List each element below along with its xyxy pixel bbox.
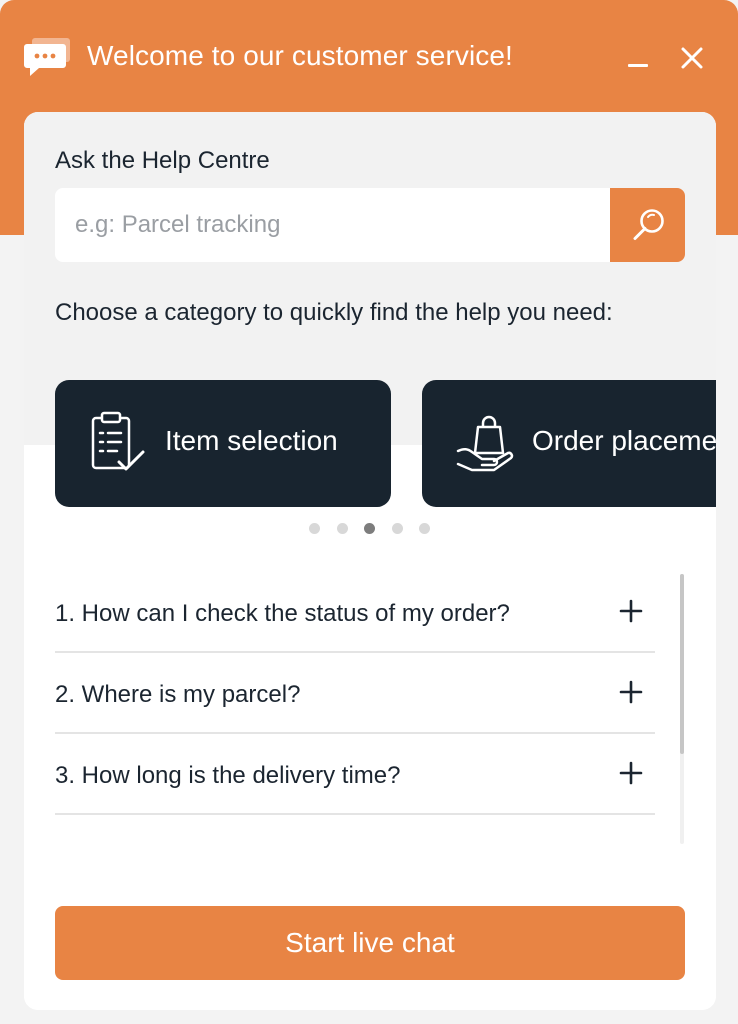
category-carousel: Item selection Order placement xyxy=(55,380,716,508)
carousel-dot[interactable] xyxy=(419,523,430,534)
widget-title: Welcome to our customer service! xyxy=(87,40,513,71)
category-card-label: Order placement xyxy=(532,425,716,456)
carousel-dot[interactable] xyxy=(392,523,403,534)
panel-footer: Start live chat xyxy=(24,874,716,1010)
faq-question: 1. How can I check the status of my orde… xyxy=(55,600,510,627)
search-label: Ask the Help Centre xyxy=(55,147,270,174)
faq-item[interactable]: 3. How long is the delivery time? xyxy=(55,734,655,815)
category-intro-text: Choose a category to quickly find the he… xyxy=(55,299,613,326)
carousel-dot-active[interactable] xyxy=(364,523,375,534)
widget-header: Welcome to our customer service! xyxy=(0,0,738,112)
faq-item[interactable]: 2. Where is my parcel? xyxy=(55,653,655,734)
chat-bubble-icon xyxy=(24,38,70,78)
plus-icon xyxy=(618,598,644,624)
search-button[interactable] xyxy=(610,188,685,262)
faq-question: 2. Where is my parcel? xyxy=(55,681,301,708)
start-live-chat-button[interactable]: Start live chat xyxy=(55,906,685,980)
category-card-label: Item selection xyxy=(165,425,338,456)
search-icon xyxy=(610,209,685,266)
category-card-order-placement[interactable]: Order placement xyxy=(422,380,716,507)
carousel-dot[interactable] xyxy=(337,523,348,534)
category-card-item-selection[interactable]: Item selection xyxy=(55,380,391,507)
faq-item[interactable]: 1. How can I check the status of my orde… xyxy=(55,572,655,653)
faq-question: 3. How long is the delivery time? xyxy=(55,762,401,789)
search-box xyxy=(55,188,685,262)
search-input[interactable] xyxy=(55,188,610,262)
shopping-bag-hand-icon xyxy=(456,411,516,475)
faq-list: 1. How can I check the status of my orde… xyxy=(55,572,655,815)
clipboard-check-icon xyxy=(89,411,149,475)
close-button[interactable] xyxy=(676,42,708,74)
plus-icon xyxy=(618,679,644,705)
carousel-dot[interactable] xyxy=(309,523,320,534)
scrollbar-thumb[interactable] xyxy=(680,574,684,754)
minimize-button[interactable] xyxy=(622,42,652,72)
help-panel: Ask the Help Centre Choose a category to… xyxy=(24,112,716,1010)
plus-icon xyxy=(618,760,644,786)
close-icon xyxy=(676,47,708,78)
faq-scrollbar[interactable] xyxy=(680,574,684,844)
